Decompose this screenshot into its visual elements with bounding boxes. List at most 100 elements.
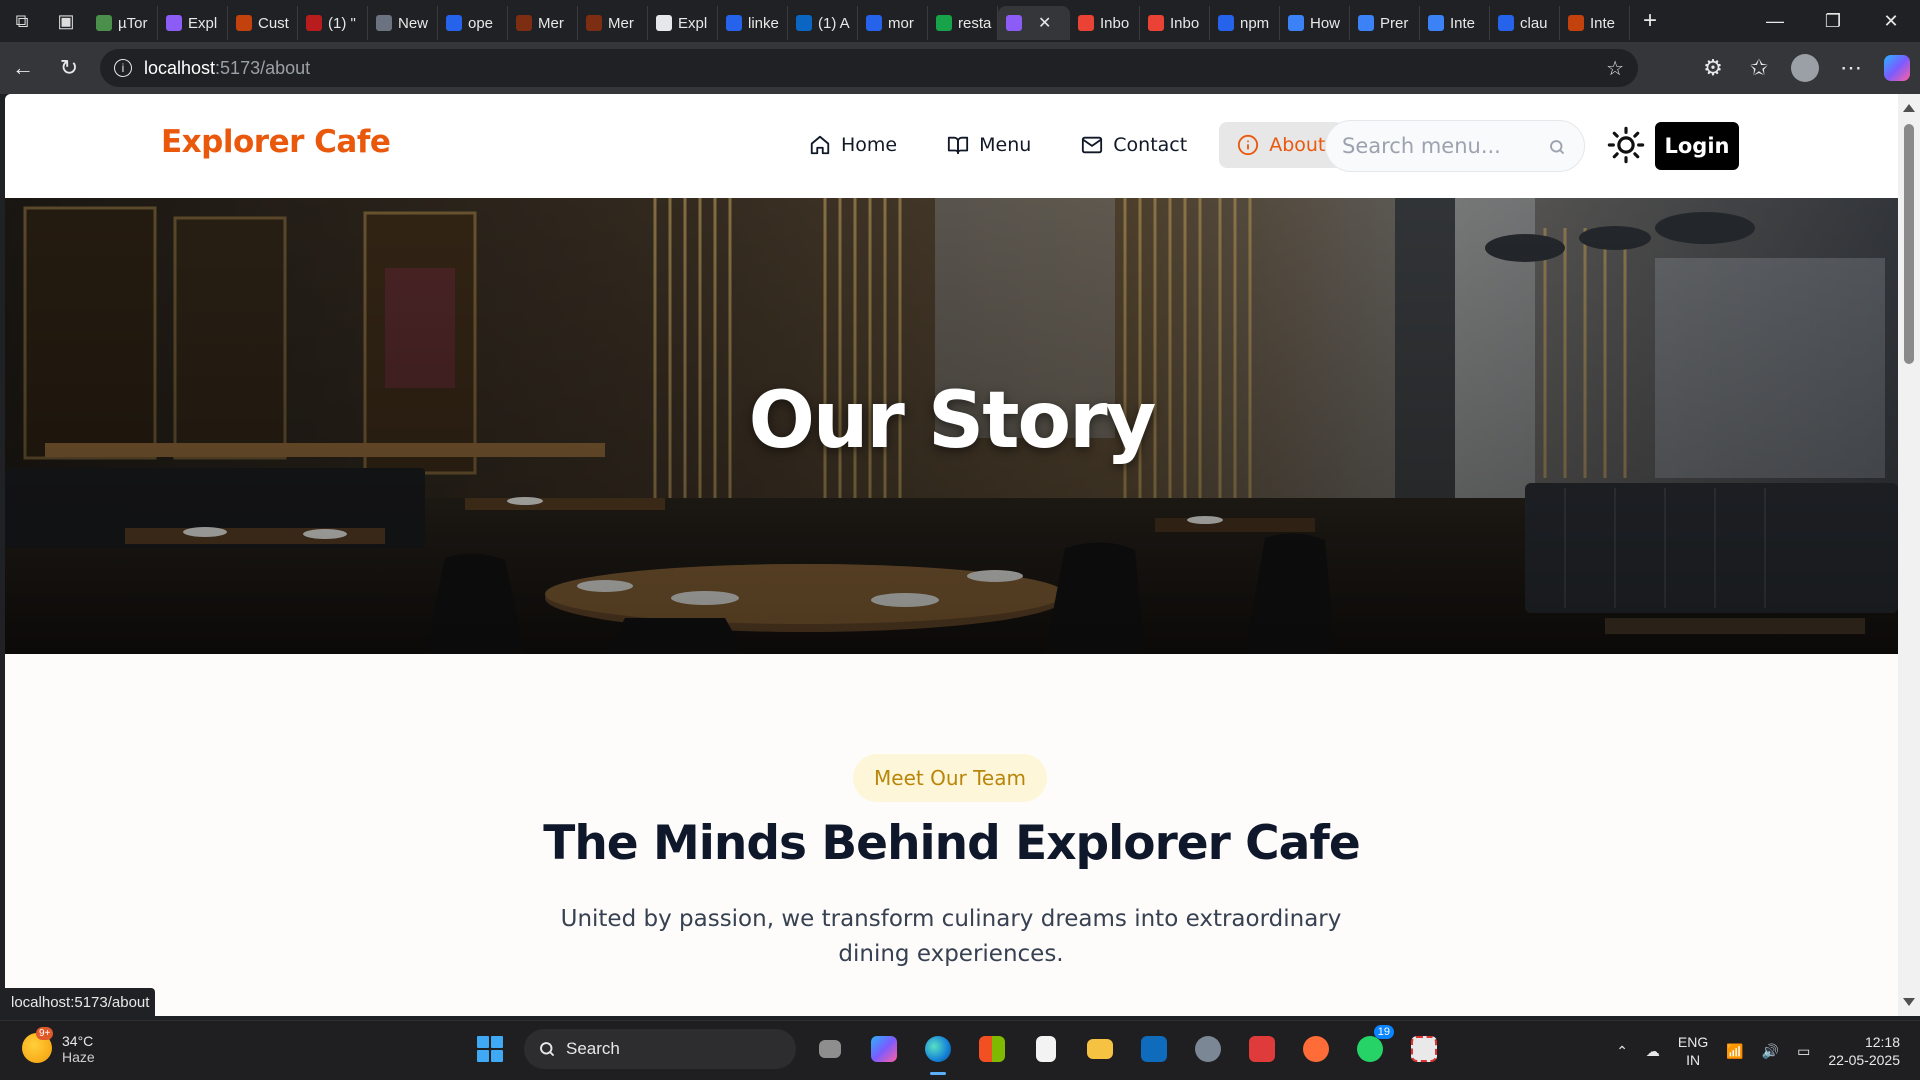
menu-search	[1325, 120, 1585, 172]
browser-toolbar: ← ↻ i localhost:5173/about ☆ ⚙ ✩ ⋯	[0, 42, 1920, 94]
browser-tab[interactable]: New	[368, 6, 438, 40]
menu-search-input[interactable]	[1342, 134, 1542, 158]
tab-favicon-icon	[586, 15, 602, 31]
address-bar[interactable]: i localhost:5173/about ☆	[100, 49, 1638, 87]
browser-tab[interactable]: ✕	[998, 6, 1070, 40]
mail-icon	[1082, 136, 1103, 154]
browser-tab[interactable]: µTor	[88, 6, 158, 40]
language-indicator[interactable]: ENG IN	[1678, 1033, 1708, 1069]
browser-tab[interactable]: npm	[1210, 6, 1280, 40]
tab-label: Expl	[678, 14, 708, 32]
browser-tab[interactable]: How	[1280, 6, 1350, 40]
weather-widget[interactable]: 9+ 34°C Haze	[22, 1027, 95, 1065]
browser-tab[interactable]: Mer	[578, 6, 648, 40]
browser-tab[interactable]: mor	[858, 6, 928, 40]
tab-favicon-icon	[306, 15, 322, 31]
microsoft-store-icon[interactable]	[972, 1029, 1012, 1069]
volume-icon[interactable]: 🔊	[1762, 1043, 1779, 1060]
browser-tab[interactable]: clau	[1490, 6, 1560, 40]
onedrive-error-icon[interactable]: ☁	[1646, 1043, 1660, 1060]
wifi-icon[interactable]: 📶	[1726, 1043, 1743, 1060]
brand-logo[interactable]: Explorer Cafe	[161, 124, 391, 160]
minimize-button[interactable]: —	[1746, 0, 1804, 42]
hero-title: Our Story	[748, 376, 1157, 466]
browser-tab-strip: ⧉ ▣ µTor Expl Cust (1) " New ope Mer Mer Expl lin…	[0, 0, 1920, 42]
taskbar-search[interactable]: Search	[524, 1029, 796, 1069]
more-menu-icon[interactable]: ⋯	[1828, 42, 1874, 94]
scroll-down-arrow-icon[interactable]	[1903, 998, 1915, 1006]
tab-label: Expl	[188, 14, 218, 32]
tab-label: ope	[468, 14, 494, 32]
task-view-icon[interactable]	[810, 1029, 850, 1069]
browser-tab[interactable]: Inbo	[1070, 6, 1140, 40]
postman-icon[interactable]	[1296, 1029, 1336, 1069]
start-button-windows-icon[interactable]	[470, 1029, 510, 1069]
nav-contact-link[interactable]: Contact	[1063, 122, 1205, 168]
page-scrollbar[interactable]	[1898, 94, 1920, 1016]
browser-tab[interactable]: (1) "	[298, 6, 368, 40]
section-title: The Minds Behind Explorer Cafe	[543, 816, 1360, 871]
battery-icon[interactable]: ▭	[1797, 1043, 1810, 1060]
browser-tab[interactable]: Expl	[158, 6, 228, 40]
search-icon[interactable]	[1548, 138, 1566, 156]
nav-menu-link[interactable]: Menu	[929, 122, 1049, 168]
favorite-star-icon[interactable]: ☆	[1606, 56, 1624, 81]
notepad-icon[interactable]	[1026, 1029, 1066, 1069]
file-explorer-icon[interactable]	[1080, 1029, 1120, 1069]
copilot-button[interactable]	[1874, 42, 1920, 94]
tab-label: New	[398, 14, 429, 32]
maximize-button[interactable]: ❐	[1804, 0, 1862, 42]
reload-button[interactable]: ↻	[46, 42, 92, 94]
profile-avatar	[1791, 54, 1819, 82]
tab-actions-icon[interactable]: ▣	[44, 0, 88, 42]
browser-tab[interactable]: Expl	[648, 6, 718, 40]
new-tab-button[interactable]: +	[1630, 0, 1670, 42]
theme-toggle-sun-icon[interactable]	[1607, 126, 1645, 164]
workspaces-icon[interactable]: ⧉	[0, 0, 44, 42]
info-icon	[1238, 134, 1259, 156]
url-path: :5173/about	[215, 57, 311, 78]
snipping-tool-icon[interactable]	[1404, 1029, 1444, 1069]
tab-favicon-icon	[1288, 15, 1304, 31]
tab-favicon-icon	[1428, 15, 1444, 31]
show-hidden-icons-chevron-icon[interactable]: ⌃	[1616, 1043, 1628, 1060]
browser-tab[interactable]: Mer	[508, 6, 578, 40]
browser-tab[interactable]: Inbo	[1140, 6, 1210, 40]
weather-desc: Haze	[62, 1049, 95, 1065]
tab-label: (1) A	[818, 14, 850, 32]
profile-button[interactable]	[1782, 42, 1828, 94]
close-window-button[interactable]: ✕	[1862, 0, 1920, 42]
login-button[interactable]: Login	[1655, 122, 1739, 170]
browser-tab[interactable]: Inte	[1560, 6, 1630, 40]
settings-icon[interactable]	[1188, 1029, 1228, 1069]
tab-label: How	[1310, 14, 1341, 32]
nav-home-link[interactable]: Home	[791, 122, 915, 168]
browser-tab[interactable]: linke	[718, 6, 788, 40]
clock-time: 12:18	[1864, 1034, 1900, 1050]
scroll-up-arrow-icon[interactable]	[1903, 104, 1915, 112]
tab-favicon-icon	[446, 15, 462, 31]
browser-tab[interactable]: Inte	[1420, 6, 1490, 40]
browser-tab[interactable]: resta	[928, 6, 998, 40]
tab-favicon-icon	[726, 15, 742, 31]
edge-browser-icon[interactable]	[918, 1029, 958, 1075]
tab-label: Prer	[1380, 14, 1409, 32]
close-tab-icon[interactable]: ✕	[1038, 13, 1051, 33]
copilot-app-icon[interactable]	[864, 1029, 904, 1069]
back-button[interactable]: ←	[0, 42, 46, 94]
browser-tab[interactable]: Prer	[1350, 6, 1420, 40]
scroll-thumb[interactable]	[1904, 124, 1914, 364]
outlook-icon[interactable]	[1134, 1029, 1174, 1069]
extensions-icon[interactable]: ⚙	[1690, 42, 1736, 94]
whatsapp-icon[interactable]: 19	[1350, 1025, 1394, 1069]
site-info-icon[interactable]: i	[114, 59, 132, 77]
tab-label: npm	[1240, 14, 1270, 32]
clock-date: 22-05-2025	[1828, 1052, 1900, 1068]
browser-tab[interactable]: Cust	[228, 6, 298, 40]
browser-tab[interactable]: ope	[438, 6, 508, 40]
red-app-icon[interactable]	[1242, 1029, 1282, 1069]
favorites-icon[interactable]: ✩	[1736, 42, 1782, 94]
clock[interactable]: 12:18 22-05-2025	[1828, 1033, 1900, 1069]
browser-tab[interactable]: (1) A	[788, 6, 858, 40]
tab-favicon-icon	[96, 15, 112, 31]
